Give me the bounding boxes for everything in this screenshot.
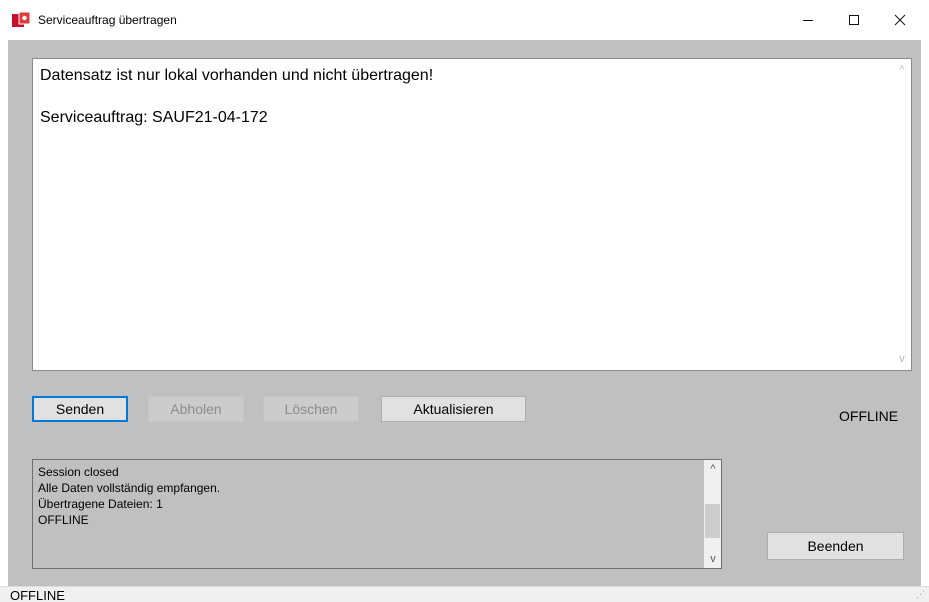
- message-line-status: Datensatz ist nur lokal vorhanden und ni…: [40, 67, 434, 84]
- title-bar[interactable]: Serviceauftrag übertragen: [0, 0, 929, 40]
- maximize-button[interactable]: [831, 0, 877, 40]
- refresh-button[interactable]: Aktualisieren: [381, 396, 526, 422]
- maximize-icon: [849, 15, 859, 25]
- scroll-up-icon[interactable]: ^: [893, 64, 911, 76]
- scroll-down-icon[interactable]: v: [704, 553, 722, 565]
- log-line: Übertragene Dateien: 1: [38, 497, 163, 511]
- minimize-icon: [803, 20, 813, 21]
- dialog-client-area: Datensatz ist nur lokal vorhanden und ni…: [8, 40, 921, 586]
- window-title: Serviceauftrag übertragen: [38, 13, 177, 27]
- minimize-button[interactable]: [785, 0, 831, 40]
- resize-grip-icon[interactable]: ⋰: [916, 589, 925, 600]
- close-button[interactable]: [877, 0, 923, 40]
- scroll-up-icon[interactable]: ^: [704, 463, 722, 475]
- status-bar: OFFLINE ⋰: [0, 586, 929, 602]
- connection-status-label: OFFLINE: [839, 408, 899, 424]
- message-scrollbar[interactable]: ^ v: [893, 59, 911, 370]
- message-line-order: Serviceauftrag: SAUF21-04-172: [40, 109, 268, 126]
- fetch-button[interactable]: Abholen: [148, 396, 244, 422]
- close-icon: [894, 14, 906, 26]
- status-bar-text: OFFLINE: [10, 588, 65, 602]
- message-textbox[interactable]: Datensatz ist nur lokal vorhanden und ni…: [32, 58, 912, 371]
- app-icon: [12, 11, 31, 28]
- log-scrollbar[interactable]: ^ v: [704, 460, 721, 568]
- log-line: Alle Daten vollständig empfangen.: [38, 481, 221, 495]
- scroll-down-icon[interactable]: v: [893, 353, 911, 365]
- delete-button[interactable]: Löschen: [263, 396, 359, 422]
- scroll-thumb[interactable]: [705, 504, 720, 538]
- log-lines: Session closed Alle Daten vollständig em…: [38, 464, 220, 528]
- log-line: OFFLINE: [38, 513, 89, 527]
- log-listbox[interactable]: Session closed Alle Daten vollständig em…: [32, 459, 722, 569]
- log-line: Session closed: [38, 465, 119, 479]
- send-button[interactable]: Senden: [32, 396, 128, 422]
- exit-button[interactable]: Beenden: [767, 532, 904, 560]
